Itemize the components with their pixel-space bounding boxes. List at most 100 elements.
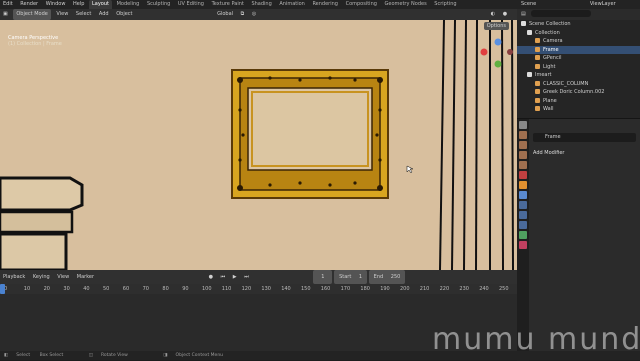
tab-rendering[interactable]: Rendering: [309, 0, 341, 9]
menu-view[interactable]: View: [53, 9, 71, 20]
object-tab-icon[interactable]: [519, 181, 527, 189]
output-tab-icon[interactable]: [519, 141, 527, 149]
tab-shading[interactable]: Shading: [248, 0, 274, 9]
jump-end-icon[interactable]: ⏭: [241, 270, 252, 284]
status-bar: ◧ Select Box Select ◫ Rotate View ◨ Object …: [0, 351, 640, 360]
menu-window[interactable]: Window: [43, 0, 69, 9]
tab-compositing[interactable]: Compositing: [343, 0, 380, 9]
menu-keying[interactable]: Keying: [30, 270, 53, 284]
menu-render[interactable]: Render: [17, 0, 41, 9]
menu-add[interactable]: Add: [96, 9, 112, 20]
menu-help[interactable]: Help: [70, 0, 87, 9]
column-lines: [439, 20, 514, 270]
options-dropdown[interactable]: Options: [483, 22, 509, 30]
end-frame-field[interactable]: 250: [388, 270, 404, 284]
camera-icon: [535, 38, 540, 43]
mesh-icon: [535, 97, 540, 103]
tool-tab-icon[interactable]: [519, 121, 527, 129]
menu-playback[interactable]: Playback: [0, 270, 28, 284]
mesh-icon: [535, 80, 540, 86]
navigation-gizmo[interactable]: [480, 38, 514, 68]
world-tab-icon[interactable]: [519, 171, 527, 179]
data-tab-icon[interactable]: [519, 231, 527, 239]
menu-object[interactable]: Object: [113, 9, 135, 20]
playhead[interactable]: [0, 284, 5, 294]
outliner-item[interactable]: GPencil: [517, 54, 640, 63]
frame-ruler[interactable]: 0 10 20 30 40 50 60 70 80 90 100 110 120 130 140 150 160…: [0, 284, 517, 294]
outliner-item[interactable]: Frame: [517, 45, 640, 54]
jump-start-icon[interactable]: ⏮: [218, 270, 229, 284]
material-tab-icon[interactable]: [519, 241, 527, 249]
tab-layout[interactable]: Layout: [89, 0, 112, 9]
outliner-item[interactable]: Imeart: [517, 71, 640, 80]
record-icon[interactable]: ●: [99, 270, 216, 284]
collection-label: (1) Collection | Frame: [8, 41, 62, 47]
menu-select[interactable]: Select: [73, 9, 94, 20]
ruler-tick-label: 240: [479, 286, 489, 292]
menu-marker[interactable]: Marker: [74, 270, 97, 284]
outliner-search-input[interactable]: [531, 10, 592, 17]
outliner-item[interactable]: Wall: [517, 105, 640, 114]
outliner-item[interactable]: Camera: [517, 37, 640, 46]
ruler-tick-label: 20: [43, 286, 50, 292]
collection-icon: [521, 21, 526, 26]
ruler-tick-label: 110: [221, 286, 232, 292]
ruler-tick-label: 30: [63, 286, 70, 292]
view-layer-tab-icon[interactable]: [519, 151, 527, 159]
ruler-tick-label: 50: [103, 286, 110, 292]
tab-uv-editing[interactable]: UV Editing: [175, 0, 207, 9]
ruler-tick-label: 180: [360, 286, 370, 292]
object-name-field[interactable]: Frame: [533, 133, 636, 142]
current-frame-field[interactable]: 1: [313, 270, 333, 284]
timeline-header: Playback Keying View Marker ● ⏮ ▶ ⏭ 1 St…: [0, 270, 517, 284]
mode-dropdown[interactable]: Object Mode: [13, 9, 51, 20]
scene-selector[interactable]: Scene ViewLayer: [517, 0, 640, 9]
outliner-item[interactable]: Greek Doric Column.002: [517, 88, 640, 97]
orientation-dropdown[interactable]: Global: [137, 9, 236, 20]
modifier-tab-icon[interactable]: [519, 191, 527, 199]
outliner-item[interactable]: Light: [517, 63, 640, 72]
add-modifier-button[interactable]: Add Modifier: [533, 149, 565, 158]
tab-animation[interactable]: Animation: [276, 0, 308, 9]
menu-view-timeline[interactable]: View: [54, 270, 72, 284]
filter-icon[interactable]: ▤: [521, 11, 526, 17]
proportional-icon[interactable]: ◎: [249, 9, 259, 20]
ruler-tick-label: 220: [439, 286, 450, 292]
tab-geometry-nodes[interactable]: Geometry Nodes: [382, 0, 430, 9]
outliner-item[interactable]: Collection: [517, 29, 640, 38]
tab-scripting[interactable]: Scripting: [431, 0, 459, 9]
outliner-item[interactable]: Scene Collection: [517, 20, 640, 29]
particles-tab-icon[interactable]: [519, 201, 527, 209]
menu-edit[interactable]: Edit: [0, 0, 16, 9]
3d-viewport[interactable]: Camera Perspective (1) Collection | Fram…: [0, 20, 517, 270]
outliner-item[interactable]: CLASSIC_COLUMN: [517, 80, 640, 89]
ruler-tick-label: 60: [122, 286, 130, 292]
start-frame-field[interactable]: 1: [356, 270, 365, 284]
status-box-select: Box Select: [39, 353, 64, 358]
ruler-tick-label: 40: [83, 286, 90, 292]
ruler-tick-label: 130: [261, 286, 271, 292]
status-rotate-view: Rotate View: [100, 353, 128, 358]
ruler-tick-label: 190: [380, 286, 390, 292]
grease-pencil-icon: [535, 55, 540, 60]
mesh-icon: [535, 46, 540, 52]
render-tab-icon[interactable]: [519, 131, 527, 139]
ruler-tick-label: 100: [202, 286, 212, 292]
snap-icon[interactable]: ⧉: [238, 9, 248, 20]
collection-icon: [527, 29, 532, 35]
scene-tab-icon[interactable]: [519, 161, 527, 169]
physics-tab-icon[interactable]: [519, 211, 527, 219]
ruler-tick-label: 250: [499, 286, 509, 292]
ruler-tick-label: 80: [162, 286, 169, 292]
play-icon[interactable]: ▶: [230, 270, 240, 284]
overlay-icon[interactable]: ◐: [261, 9, 498, 20]
tab-modeling[interactable]: Modeling: [114, 0, 143, 9]
editor-type-icon[interactable]: ▣: [0, 9, 11, 20]
ruler-tick-label: 10: [23, 286, 31, 292]
tab-sculpting[interactable]: Sculpting: [144, 0, 173, 9]
end-label: End: [373, 274, 384, 280]
tab-texture-paint[interactable]: Texture Paint: [209, 0, 247, 9]
constraints-tab-icon[interactable]: [519, 221, 527, 229]
outliner-item[interactable]: Plane: [517, 97, 640, 106]
shading-icon[interactable]: ●: [500, 9, 510, 20]
